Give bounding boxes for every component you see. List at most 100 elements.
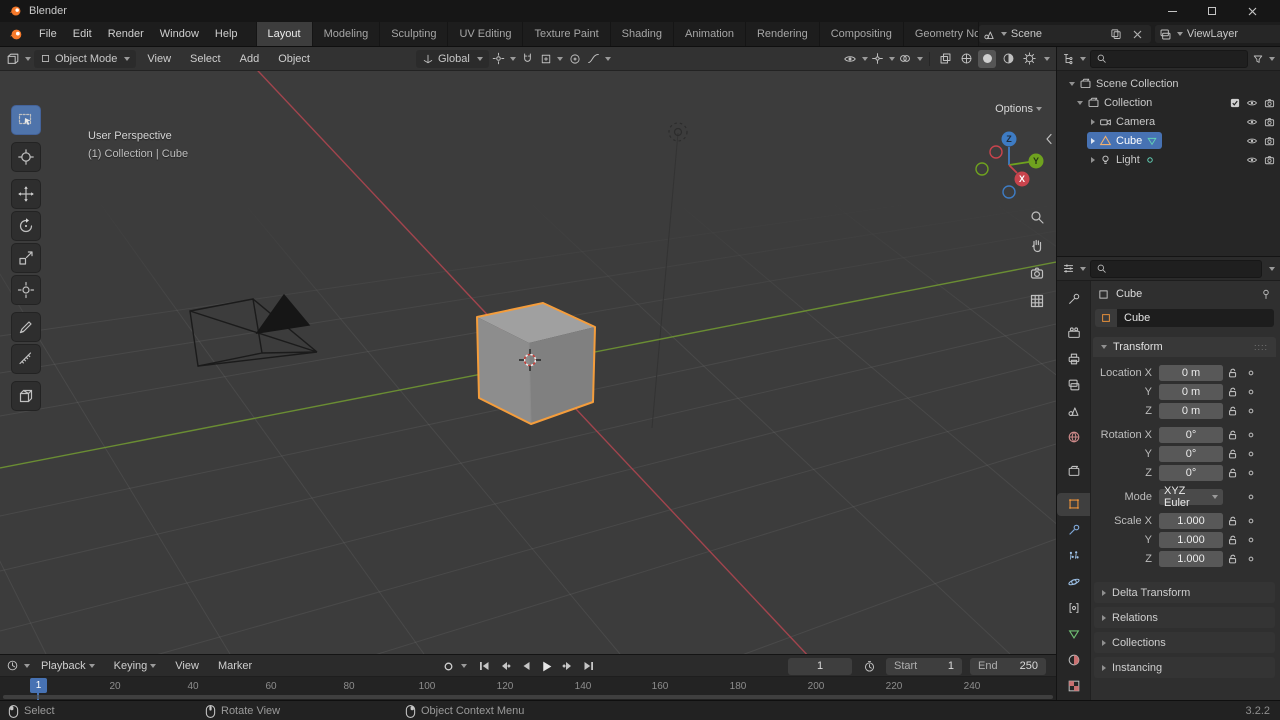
workspace-tab-sculpting[interactable]: Sculpting [379, 22, 447, 46]
timeline-editor[interactable]: Playback Keying View Marker 1 Start 1 En… [0, 654, 1056, 700]
outliner-filter-button[interactable] [1252, 50, 1275, 68]
lock-button[interactable] [1223, 515, 1243, 527]
timeline-menu-playback[interactable]: Playback [33, 660, 103, 672]
minimize-button[interactable] [1152, 0, 1192, 22]
next-keyframe-button[interactable] [558, 657, 577, 675]
disclosure-icon[interactable] [1069, 81, 1075, 86]
timeline-scrollbar[interactable] [3, 695, 1053, 699]
jump-to-start-button[interactable] [474, 657, 493, 675]
lock-button[interactable] [1223, 367, 1243, 379]
editor-type-button[interactable] [6, 50, 31, 68]
workspace-tab-modeling[interactable]: Modeling [311, 22, 380, 46]
rotation-x-field[interactable]: 0° [1159, 426, 1223, 443]
selected-row-highlight[interactable]: Cube [1087, 132, 1163, 149]
start-frame-field[interactable]: Start 1 [886, 657, 962, 675]
new-scene-button[interactable] [1107, 25, 1125, 43]
lock-button[interactable] [1223, 429, 1243, 441]
tool-move[interactable] [11, 179, 41, 209]
view-layer-name[interactable]: ViewLayer [1187, 28, 1280, 40]
section-relations[interactable]: Relations [1094, 607, 1275, 628]
close-button[interactable] [1232, 0, 1272, 22]
zoom-tool[interactable] [1027, 207, 1047, 227]
camera-view-tool[interactable] [1027, 263, 1047, 283]
tab-object[interactable] [1057, 492, 1090, 517]
tool-scale[interactable] [11, 243, 41, 273]
timeline-editor-type-button[interactable] [6, 657, 30, 675]
object-name-field[interactable]: Cube [1117, 309, 1274, 327]
animate-decorator[interactable] [1243, 554, 1259, 564]
current-frame-field[interactable]: 1 [788, 657, 852, 675]
jump-to-end-button[interactable] [579, 657, 598, 675]
render-visibility-toggle[interactable] [1263, 116, 1276, 128]
workspace-tab-shading[interactable]: Shading [609, 22, 673, 46]
lock-button[interactable] [1223, 553, 1243, 565]
unlink-scene-button[interactable] [1129, 25, 1147, 43]
workspace-tab-layout[interactable]: Layout [255, 22, 312, 46]
properties-editor-type-button[interactable] [1062, 260, 1086, 278]
disclosure-icon[interactable] [1091, 137, 1095, 144]
location-y-field[interactable]: 0 m [1159, 383, 1223, 400]
properties-search-input[interactable] [1090, 259, 1262, 278]
viewport-canvas[interactable]: User Perspective (1) Collection | Cube O… [0, 71, 1056, 654]
disclosure-icon[interactable] [1091, 118, 1095, 125]
exclude-checkbox[interactable] [1229, 97, 1241, 109]
animate-decorator[interactable] [1243, 406, 1259, 416]
tab-output[interactable] [1057, 347, 1090, 371]
transform-panel-header[interactable]: Transform :::: [1093, 337, 1276, 357]
tool-annotate[interactable] [11, 312, 41, 342]
tool-add-cube[interactable] [11, 381, 41, 411]
rotation-y-field[interactable]: 0° [1159, 445, 1223, 462]
scale-x-field[interactable]: 1.000 [1159, 512, 1223, 529]
lock-button[interactable] [1223, 448, 1243, 460]
gizmos-button[interactable] [871, 50, 895, 68]
workspace-tab-compositing[interactable]: Compositing [818, 22, 903, 46]
object-visibility-button[interactable] [843, 50, 868, 68]
tab-texture[interactable] [1057, 674, 1090, 698]
tab-physics[interactable] [1057, 570, 1090, 594]
animate-decorator[interactable] [1243, 492, 1259, 502]
auto-keying-button[interactable] [438, 657, 472, 675]
animate-decorator[interactable] [1243, 516, 1259, 526]
outliner-row-light[interactable]: Light [1057, 150, 1280, 169]
options-button[interactable]: Options [995, 103, 1042, 115]
animate-decorator[interactable] [1243, 449, 1259, 459]
render-visibility-toggle[interactable] [1263, 97, 1276, 109]
shading-rendered-button[interactable] [1020, 50, 1038, 68]
navigation-gizmo[interactable]: Z Y X [969, 125, 1049, 205]
tab-constraints[interactable] [1057, 596, 1090, 620]
disclosure-icon[interactable] [1091, 156, 1095, 163]
tab-tool[interactable] [1057, 287, 1090, 311]
lock-button[interactable] [1223, 386, 1243, 398]
chevron-down-icon[interactable] [1269, 266, 1275, 271]
disclosure-icon[interactable] [1077, 100, 1083, 105]
hide-eye-toggle[interactable] [1245, 97, 1259, 109]
shading-wireframe-button[interactable] [957, 50, 975, 68]
cube-object[interactable] [476, 302, 596, 425]
scene-name[interactable]: Scene [1011, 28, 1103, 40]
falloff-button[interactable] [587, 50, 611, 68]
object-id-icon-button[interactable] [1095, 309, 1117, 327]
prev-keyframe-button[interactable] [495, 657, 514, 675]
lock-button[interactable] [1223, 405, 1243, 417]
browse-scene-button[interactable] [983, 25, 1007, 43]
viewport-menu-add[interactable]: Add [232, 53, 268, 65]
viewport-menu-view[interactable]: View [139, 53, 179, 65]
sidebar-expand-arrow[interactable] [1045, 133, 1053, 145]
outliner-row-camera[interactable]: Camera [1057, 112, 1280, 131]
menu-help[interactable]: Help [207, 22, 246, 46]
outliner-editor-type-button[interactable] [1062, 50, 1086, 68]
rotation-z-field[interactable]: 0° [1159, 464, 1223, 481]
workspace-tab-texture-paint[interactable]: Texture Paint [522, 22, 609, 46]
timeline-menu-view[interactable]: View [167, 660, 207, 672]
tab-particles[interactable] [1057, 544, 1090, 568]
mode-dropdown[interactable]: Object Mode [34, 49, 137, 68]
workspace-tab-animation[interactable]: Animation [673, 22, 745, 46]
menu-render[interactable]: Render [100, 22, 152, 46]
timeline-ruler[interactable]: 20 40 60 80 100 120 140 160 180 200 220 … [0, 677, 1056, 700]
outliner-row-cube[interactable]: Cube [1057, 131, 1280, 150]
orientation-dropdown[interactable]: Global [415, 49, 489, 68]
hide-eye-toggle[interactable] [1245, 154, 1259, 166]
properties-editor[interactable]: Cube Cube Transform:::: Location X 0 m … [1057, 257, 1280, 700]
outliner-row-collection[interactable]: Collection [1057, 93, 1280, 112]
rotation-mode-dropdown[interactable]: XYZ Euler [1159, 485, 1223, 509]
